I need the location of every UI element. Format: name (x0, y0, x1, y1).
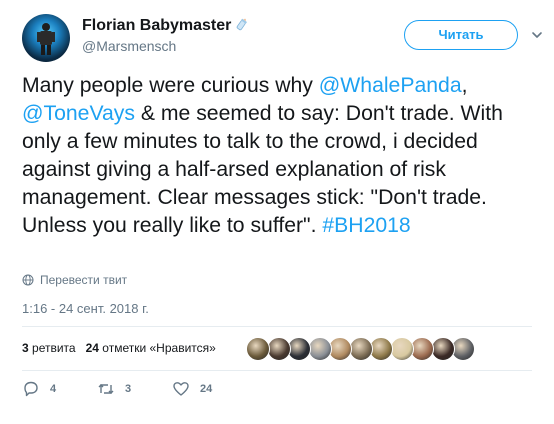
display-name[interactable]: Florian Babymaster (82, 16, 250, 35)
avatar-figure-icon (37, 23, 55, 55)
retweets-label: ретвита (32, 341, 76, 355)
baby-bottle-icon (237, 18, 248, 31)
liker-avatar[interactable] (246, 337, 270, 361)
like-button[interactable]: 24 (172, 380, 212, 398)
tweet-timestamp[interactable]: 1:16 - 24 сент. 2018 г. (22, 301, 149, 316)
liker-avatar[interactable] (369, 337, 393, 361)
translate-label: Перевести твит (40, 273, 128, 287)
tweet-header: Florian Babymaster @Marsmensch Читать (22, 12, 544, 62)
divider (22, 326, 532, 327)
retweet-count: 3 (125, 383, 132, 395)
tweet-text: Many people were curious why @WhalePanda… (22, 72, 542, 240)
user-handle[interactable]: @Marsmensch (82, 38, 176, 54)
liker-avatar[interactable] (287, 337, 311, 361)
reply-count: 4 (50, 383, 57, 395)
avatar[interactable] (22, 14, 70, 62)
likes-label: отметки «Нравится» (102, 341, 216, 355)
retweet-icon (98, 384, 114, 394)
reply-icon (24, 381, 38, 397)
liker-avatar[interactable] (430, 337, 455, 361)
globe-icon (22, 274, 34, 286)
liker-avatar[interactable] (389, 337, 414, 361)
tweet-stats: 3 ретвита 24 отметки «Нравится» (22, 341, 226, 355)
divider (22, 370, 532, 371)
tweet-actions: 4 3 24 (22, 380, 542, 400)
liker-avatar[interactable] (307, 337, 332, 361)
liker-avatar[interactable] (328, 337, 352, 361)
reply-button[interactable]: 4 (22, 380, 56, 398)
retweet-button[interactable]: 3 (97, 380, 131, 398)
liker-avatar[interactable] (348, 337, 373, 361)
liker-avatar[interactable] (266, 337, 291, 361)
retweets-stat[interactable]: 3 ретвита (22, 341, 76, 355)
liker-avatar[interactable] (451, 337, 475, 361)
hashtag-link[interactable]: #BH2018 (322, 214, 410, 237)
retweets-count: 3 (22, 341, 29, 355)
likes-count: 24 (85, 341, 99, 355)
chevron-down-icon[interactable] (530, 28, 544, 42)
tweet-text-segment: , (461, 74, 468, 97)
mention-link-tonevays[interactable]: @ToneVays (22, 102, 135, 125)
like-count: 24 (200, 383, 213, 395)
heart-icon (173, 382, 189, 396)
likes-stat[interactable]: 24 отметки «Нравится» (86, 341, 216, 355)
translate-tweet-link[interactable]: Перевести твит (22, 273, 127, 287)
liker-avatar[interactable] (410, 337, 434, 361)
follow-button[interactable]: Читать (404, 20, 518, 50)
tweet-text-segment: Many people were curious why (22, 74, 319, 97)
display-name-text: Florian Babymaster (82, 17, 232, 34)
mention-link-whalepanda[interactable]: @WhalePanda (319, 74, 462, 97)
